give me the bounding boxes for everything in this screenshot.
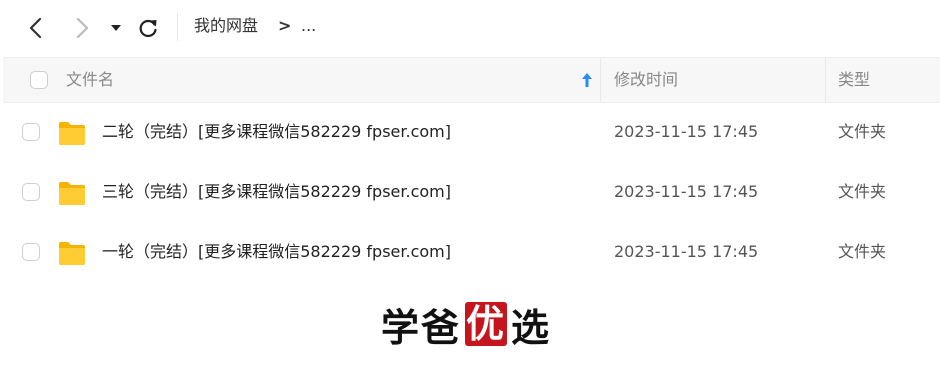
modified-time: 2023-11-15 17:45: [614, 242, 759, 261]
file-type: 文件夹: [838, 242, 887, 261]
forward-button[interactable]: [66, 12, 98, 44]
file-name[interactable]: 一轮（完结）[更多课程微信582229 fpser.com]: [102, 222, 451, 282]
back-button[interactable]: [20, 12, 52, 44]
breadcrumb-separator: >: [278, 16, 292, 35]
toolbar: 我的网盘 > ...: [0, 0, 940, 56]
column-divider: [825, 58, 826, 102]
table-header: 文件名 修改时间 类型: [3, 57, 940, 103]
column-header-modified[interactable]: 修改时间: [614, 58, 678, 102]
column-header-type[interactable]: 类型: [838, 58, 870, 102]
table-row[interactable]: 一轮（完结）[更多课程微信582229 fpser.com] 2023-11-1…: [3, 222, 940, 282]
history-dropdown-button[interactable]: [101, 12, 131, 44]
watermark-text: 学爸: [381, 304, 462, 350]
file-type: 文件夹: [838, 182, 887, 201]
sort-up-arrow-icon[interactable]: [581, 71, 593, 93]
column-header-name[interactable]: 文件名: [66, 58, 114, 102]
row-checkbox[interactable]: [22, 123, 40, 141]
folder-icon: [59, 182, 85, 205]
table-row[interactable]: 二轮（完结）[更多课程微信582229 fpser.com] 2023-11-1…: [3, 102, 940, 162]
select-all-checkbox[interactable]: [30, 71, 48, 89]
row-checkbox[interactable]: [22, 243, 40, 261]
watermark-logo: 学爸 优 选: [381, 301, 551, 350]
chevron-left-icon: [29, 17, 42, 39]
caret-down-icon: [111, 25, 121, 31]
watermark-text: 选: [511, 304, 552, 350]
refresh-icon: [139, 19, 157, 38]
file-type: 文件夹: [838, 122, 887, 141]
folder-icon: [59, 122, 85, 145]
toolbar-divider: [177, 13, 178, 41]
watermark-boxed-char: 优: [465, 301, 508, 346]
modified-time: 2023-11-15 17:45: [614, 122, 759, 141]
breadcrumb-ellipsis[interactable]: ...: [301, 15, 316, 37]
row-checkbox[interactable]: [22, 183, 40, 201]
file-name[interactable]: 二轮（完结）[更多课程微信582229 fpser.com]: [102, 102, 451, 162]
column-divider: [600, 58, 601, 102]
refresh-button[interactable]: [132, 12, 164, 44]
table-row[interactable]: 三轮（完结）[更多课程微信582229 fpser.com] 2023-11-1…: [3, 162, 940, 222]
file-name[interactable]: 三轮（完结）[更多课程微信582229 fpser.com]: [102, 162, 451, 222]
folder-icon: [59, 242, 85, 265]
chevron-right-icon: [76, 17, 89, 39]
breadcrumb-root[interactable]: 我的网盘: [194, 15, 258, 37]
modified-time: 2023-11-15 17:45: [614, 182, 759, 201]
